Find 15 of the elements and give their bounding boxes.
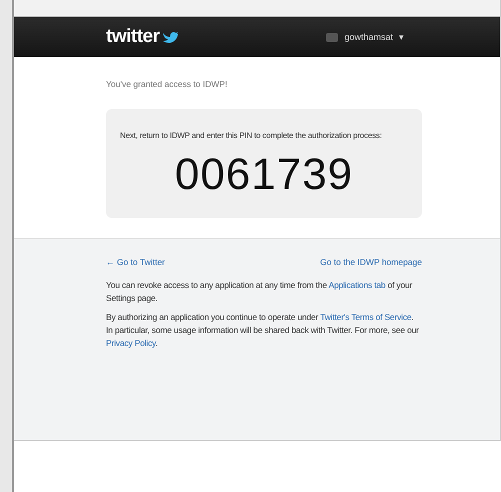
username-menu[interactable]: gowthamsat bbox=[344, 32, 393, 42]
inline-link[interactable]: Privacy Policy bbox=[106, 338, 156, 348]
inline-link[interactable]: Applications tab bbox=[328, 280, 386, 290]
go-to-twitter-link[interactable]: ← Go to Twitter bbox=[106, 257, 165, 267]
pin-code: 0061739 bbox=[174, 150, 354, 200]
bird-icon bbox=[162, 30, 178, 44]
twitter-logo[interactable]: twitter bbox=[106, 26, 160, 48]
granted-message: You've granted access to IDWP! bbox=[106, 79, 228, 89]
inline-link[interactable]: Twitter's Terms of Service bbox=[320, 312, 412, 322]
caret-icon[interactable]: ▾ bbox=[399, 32, 404, 42]
info-paragraph: You can revoke access to any application at any time from the Applications tab of your Settings page. bbox=[106, 279, 414, 305]
homepage-link[interactable]: Go to the IDWP homepage bbox=[320, 257, 422, 267]
info-paragraph: By authorizing an application you continue to operate under Twitter's Terms of Service. In particular, some usage information will be shared back with Twitter. For more, see our Privacy Policy. bbox=[106, 311, 420, 350]
avatar-icon bbox=[326, 32, 338, 42]
pin-instruction: Next, return to IDWP and enter this PIN to complete the authorization process: bbox=[120, 131, 383, 140]
